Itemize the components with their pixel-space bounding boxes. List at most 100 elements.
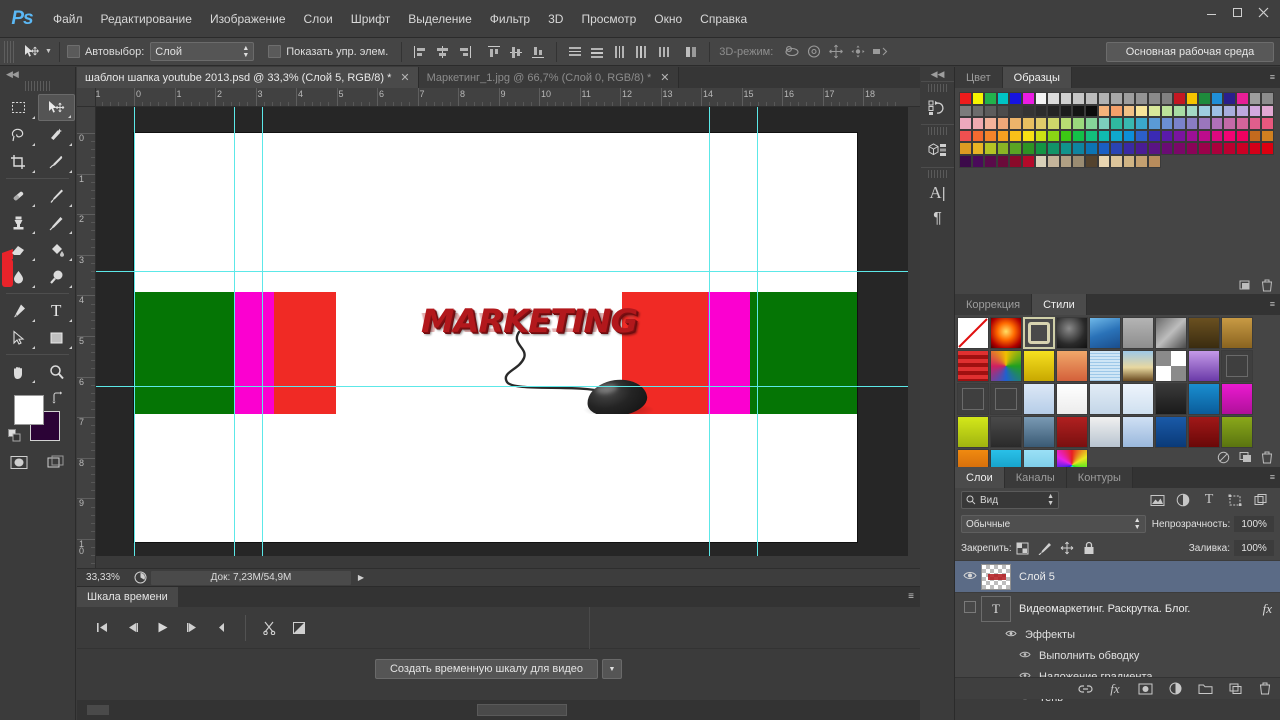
align-left-edges-icon[interactable] xyxy=(409,42,431,62)
new-style-icon[interactable] xyxy=(1234,451,1256,463)
scale-3d-icon[interactable] xyxy=(869,42,891,62)
swatch[interactable] xyxy=(1047,117,1060,130)
swatch[interactable] xyxy=(1236,117,1249,130)
swatch[interactable] xyxy=(1173,104,1186,118)
swatch[interactable] xyxy=(959,92,972,105)
swatch[interactable] xyxy=(1021,104,1035,118)
white-style[interactable] xyxy=(1056,383,1088,415)
swatch[interactable] xyxy=(1122,92,1136,105)
swatch[interactable] xyxy=(984,142,997,155)
sunset-style[interactable] xyxy=(1122,350,1154,382)
swatch[interactable] xyxy=(1009,117,1022,130)
tool-hand[interactable] xyxy=(0,358,38,385)
magenta-style[interactable] xyxy=(1221,383,1253,415)
swatch[interactable] xyxy=(1072,92,1085,105)
menu-item-7[interactable]: 3D xyxy=(539,7,572,31)
swatch[interactable] xyxy=(1173,129,1186,143)
charcoal-style[interactable] xyxy=(990,416,1022,448)
layer-row[interactable]: Слой 5 xyxy=(955,560,1280,592)
autoselect-checkbox[interactable] xyxy=(66,45,80,58)
swatch[interactable] xyxy=(1072,154,1085,168)
swatch[interactable] xyxy=(971,117,985,130)
distribute-horizontal-centers-icon[interactable] xyxy=(652,42,674,62)
swatch[interactable] xyxy=(1147,154,1161,168)
create-video-timeline-button[interactable]: Создать временную шкалу для видео xyxy=(374,659,599,679)
menu-item-1[interactable]: Редактирование xyxy=(92,7,201,31)
menu-item-5[interactable]: Выделение xyxy=(399,7,481,31)
red-stripes-style[interactable] xyxy=(957,350,989,382)
distribute-left-edges-icon[interactable] xyxy=(630,42,652,62)
swatch[interactable] xyxy=(1059,104,1073,118)
swatch[interactable] xyxy=(1223,129,1237,143)
swatch[interactable] xyxy=(1009,104,1022,118)
bevel-outline-style[interactable] xyxy=(1023,317,1055,349)
canvas-vertical-scrollbar[interactable] xyxy=(908,107,920,568)
olive-style[interactable] xyxy=(1221,416,1253,448)
blue-lines-style[interactable] xyxy=(1089,350,1121,382)
swatch[interactable] xyxy=(1047,154,1060,168)
tab-color-group-1[interactable]: Образцы xyxy=(1002,67,1072,88)
swatch[interactable] xyxy=(1034,142,1048,155)
tool-gradient-paint-bucket[interactable] xyxy=(38,236,76,263)
swatch[interactable] xyxy=(1084,92,1098,105)
link-layers-icon[interactable] xyxy=(1070,683,1100,695)
swatch[interactable] xyxy=(1034,92,1048,105)
tab-styles-group-1[interactable]: Стили xyxy=(1032,294,1087,315)
pale-blue-style[interactable] xyxy=(1023,383,1055,415)
light-blue-style[interactable] xyxy=(1089,383,1121,415)
gray-shadow-style[interactable] xyxy=(1155,317,1187,349)
swatch[interactable] xyxy=(1261,92,1274,105)
swatch[interactable] xyxy=(1047,104,1060,118)
blend-mode-select[interactable]: Обычные ▲ ▼ xyxy=(961,515,1146,533)
swatch[interactable] xyxy=(1110,154,1123,168)
show-transform-controls-checkbox[interactable] xyxy=(268,45,282,58)
swatch[interactable] xyxy=(971,129,985,143)
vertical-ruler[interactable]: 0 1 2 3 4 5 6 7 8 9 1 0 xyxy=(77,107,96,568)
eye-hidden-icon[interactable] xyxy=(959,601,981,616)
dock-drag-handle[interactable] xyxy=(927,170,948,178)
tool-clone-stamp[interactable] xyxy=(0,209,38,236)
swatch[interactable] xyxy=(1072,117,1085,130)
align-horizontal-centers-icon[interactable] xyxy=(431,42,453,62)
menu-item-0[interactable]: Файл xyxy=(44,7,92,31)
filter-shape-icon[interactable] xyxy=(1222,489,1248,511)
swatch[interactable] xyxy=(1160,104,1174,118)
none-style[interactable] xyxy=(957,317,989,349)
swatch[interactable] xyxy=(1160,117,1174,130)
dark-gold-style[interactable] xyxy=(1188,317,1220,349)
slide-3d-icon[interactable] xyxy=(847,42,869,62)
lock-all-icon[interactable] xyxy=(1078,538,1100,558)
distribute-top-edges-icon[interactable] xyxy=(564,42,586,62)
tool-zoom[interactable] xyxy=(38,358,76,385)
swatch[interactable] xyxy=(1122,129,1136,143)
menu-item-8[interactable]: Просмотр xyxy=(572,7,645,31)
tool-marquee[interactable] xyxy=(0,94,38,121)
tab-timeline[interactable]: Шкала времени xyxy=(77,587,178,607)
swatch[interactable] xyxy=(984,129,997,143)
tool-blur[interactable] xyxy=(0,263,38,290)
swatch[interactable] xyxy=(1160,142,1174,155)
menu-item-10[interactable]: Справка xyxy=(691,7,756,31)
timeline-footer-left-chip[interactable] xyxy=(87,705,109,715)
timeline-footer-center-chip[interactable] xyxy=(477,704,567,716)
character-panel-icon[interactable]: A | xyxy=(921,180,954,206)
layers-panel-menu-icon[interactable]: ≡ xyxy=(1270,472,1275,482)
new-layer-icon[interactable] xyxy=(1220,683,1250,695)
swatch[interactable] xyxy=(1009,92,1022,105)
cyan-blue-style[interactable] xyxy=(1188,383,1220,415)
effect-row[interactable]: Выполнить обводку xyxy=(955,645,1280,666)
swatch[interactable] xyxy=(1210,104,1224,118)
swatch[interactable] xyxy=(1210,92,1224,105)
move-tool-icon[interactable] xyxy=(18,41,44,63)
swatch[interactable] xyxy=(1034,104,1048,118)
swatch[interactable] xyxy=(1009,142,1022,155)
swatch[interactable] xyxy=(1147,129,1161,143)
swatch[interactable] xyxy=(971,92,985,105)
clear-style-icon[interactable] xyxy=(1212,451,1234,464)
swatch[interactable] xyxy=(1122,142,1136,155)
swatch[interactable] xyxy=(1110,129,1123,143)
swatch[interactable] xyxy=(1147,142,1161,155)
swatch[interactable] xyxy=(1248,129,1262,143)
timeline-panel-menu-icon[interactable]: ≡ xyxy=(908,591,914,602)
tool-type[interactable]: T xyxy=(38,297,76,324)
